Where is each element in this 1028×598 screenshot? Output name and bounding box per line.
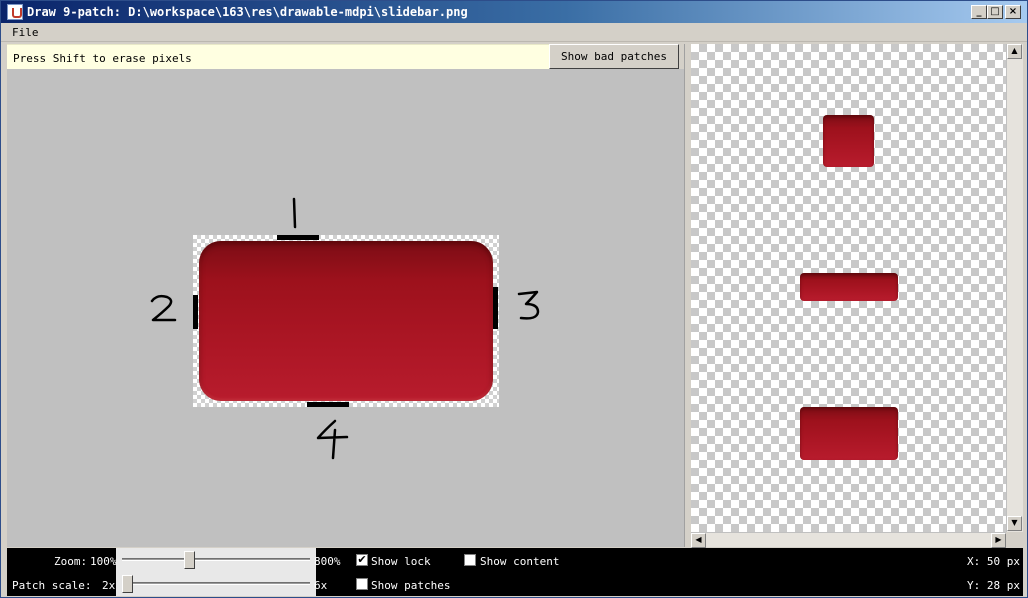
patch-scale-label: Patch scale:: [12, 579, 92, 592]
splitter[interactable]: [684, 44, 690, 547]
top-stretch-marker[interactable]: [277, 235, 319, 240]
close-button[interactable]: ×: [1005, 5, 1021, 19]
zoom-min-label: 100%: [90, 555, 117, 568]
show-lock-checkbox[interactable]: ✔: [356, 554, 368, 566]
zoom-label: Zoom:: [54, 555, 88, 568]
menu-file[interactable]: File: [12, 26, 39, 39]
control-bar: Zoom: 100% 800% Patch scale: 2x 6x ✔ Sho…: [7, 548, 1023, 596]
annotation-4: [316, 419, 349, 460]
window-title: Draw 9-patch: D:\workspace\163\res\drawa…: [27, 5, 468, 19]
annotation-1: [292, 197, 297, 229]
minimize-button[interactable]: _: [971, 5, 987, 19]
patch-scale-slider-track[interactable]: [122, 582, 310, 585]
java-app-icon[interactable]: [7, 4, 23, 20]
zoom-slider-thumb[interactable]: [183, 551, 195, 569]
menu-bar: File: [1, 23, 1027, 42]
patch-scale-slider-thumb[interactable]: [122, 575, 133, 593]
zoom-slider-track[interactable]: [122, 558, 310, 561]
app-window: Draw 9-patch: D:\workspace\163\res\drawa…: [0, 0, 1028, 598]
title-bar[interactable]: Draw 9-patch: D:\workspace\163\res\drawa…: [1, 1, 1027, 23]
scroll-up-icon[interactable]: ▲: [1007, 44, 1022, 59]
hint-text: Press Shift to erase pixels: [13, 52, 192, 65]
maximize-button[interactable]: □: [987, 5, 1003, 19]
show-content-label[interactable]: Show content: [480, 555, 559, 568]
annotation-3: [517, 290, 540, 320]
show-patches-label[interactable]: Show patches: [371, 579, 450, 592]
show-patches-checkbox[interactable]: [356, 578, 368, 590]
patch-button-graphic: [199, 241, 493, 401]
preview-pane[interactable]: [691, 44, 1006, 532]
hint-bar: Press Shift to erase pixels: [7, 44, 549, 69]
preview-square: [823, 115, 874, 167]
slider-area: [116, 548, 316, 596]
preview-large: [800, 407, 898, 460]
zoom-max-label: 800%: [314, 555, 341, 568]
scroll-right-icon[interactable]: ▶: [991, 533, 1006, 548]
annotation-2: [150, 294, 177, 322]
y-coordinate-readout: Y: 28 px: [967, 579, 1020, 592]
preview-horizontal-scrollbar[interactable]: ◀ ▶: [691, 532, 1006, 548]
bottom-padding-marker[interactable]: [307, 402, 349, 407]
preview-wide: [800, 273, 898, 301]
left-stretch-marker[interactable]: [193, 295, 198, 329]
scroll-left-icon[interactable]: ◀: [691, 533, 706, 548]
patch-scale-max-label: 6x: [314, 579, 328, 592]
scroll-down-icon[interactable]: ▼: [1007, 516, 1022, 531]
right-padding-marker[interactable]: [493, 287, 498, 329]
preview-vertical-scrollbar[interactable]: ▲ ▼: [1006, 44, 1023, 532]
x-coordinate-readout: X: 50 px: [967, 555, 1020, 568]
show-lock-label[interactable]: Show lock: [371, 555, 431, 568]
show-content-checkbox[interactable]: [464, 554, 476, 566]
show-bad-patches-button[interactable]: Show bad patches: [549, 44, 679, 69]
patch-scale-min-label: 2x: [102, 579, 116, 592]
nine-patch-image[interactable]: [193, 235, 499, 407]
